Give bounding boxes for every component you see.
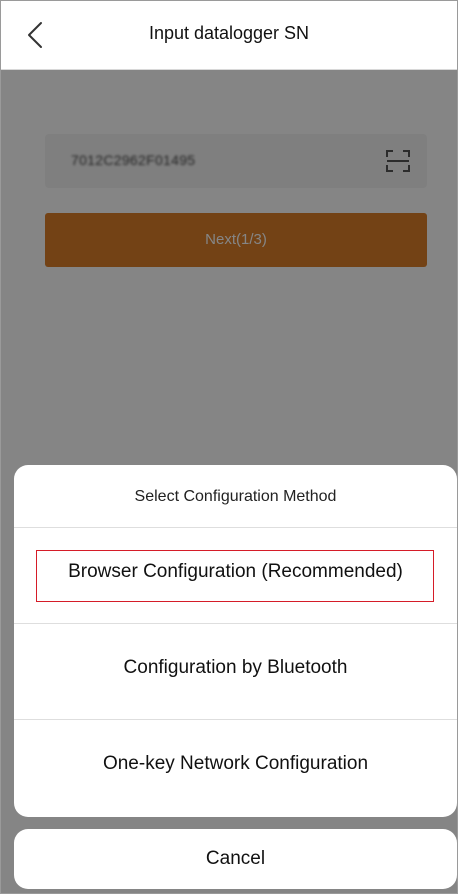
option-one-key-network-configuration[interactable]: One-key Network Configuration [14,720,457,817]
highlight-box [36,550,434,602]
page-title: Input datalogger SN [148,23,310,43]
cancel-button[interactable]: Cancel [14,829,457,889]
option-bluetooth-configuration[interactable]: Configuration by Bluetooth [14,624,457,720]
navigation-bar: Input datalogger SN [1,1,457,70]
option-browser-configuration[interactable]: Browser Configuration (Recommended) [14,528,457,624]
option-label: One-key Network Configuration [102,753,369,774]
option-label: Configuration by Bluetooth [123,657,348,678]
sheet-title: Select Configuration Method [14,465,457,528]
configuration-method-sheet: Select Configuration Method Browser Conf… [14,465,457,817]
phone-screen: Input datalogger SN 7012C2962F01495 Next… [0,0,458,894]
